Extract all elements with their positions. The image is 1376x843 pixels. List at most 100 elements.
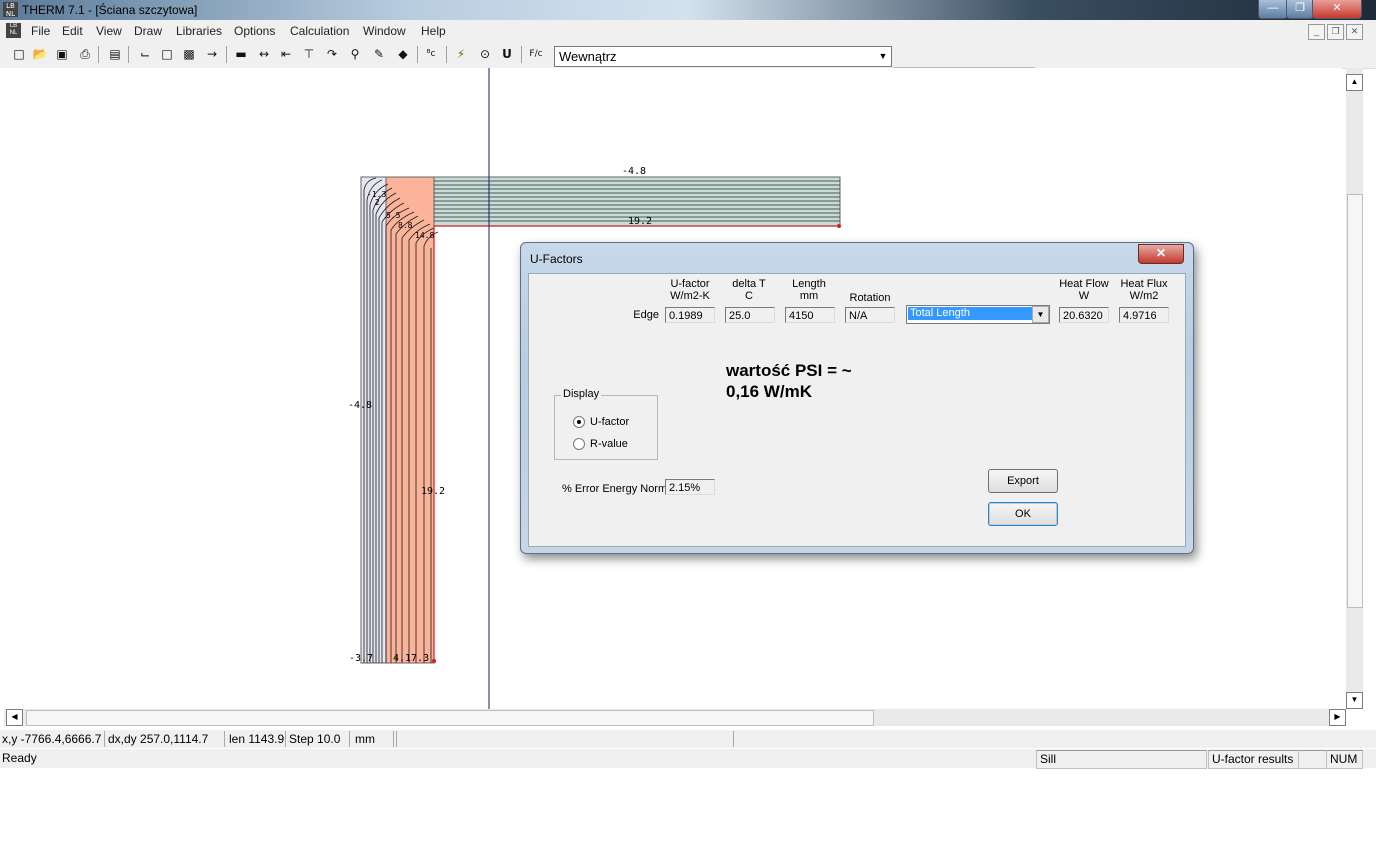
align-icon[interactable]: ⊤	[300, 45, 318, 63]
rectangle-draw-icon[interactable]: □	[158, 45, 176, 63]
scroll-down-icon[interactable]: ▼	[1346, 692, 1363, 709]
scroll-left-icon[interactable]: ◀	[6, 709, 23, 726]
svg-text:5.5: 5.5	[386, 211, 401, 220]
dimension-icon[interactable]: →	[203, 45, 221, 63]
properties-icon[interactable]: ▤	[106, 45, 124, 63]
dialog-close-button[interactable]: ✕	[1138, 244, 1184, 264]
restore-button[interactable]: ❐	[1286, 0, 1314, 19]
insulation-region[interactable]	[385, 176, 435, 664]
temp-label-top: -4.8	[622, 166, 646, 177]
cursor-xy: x,y -7766.4,6666.7	[0, 731, 105, 747]
length-mode-select[interactable]: Total Length ▼	[906, 305, 1050, 324]
export-button[interactable]: Export	[988, 469, 1058, 493]
mdi-restore-button[interactable]: ❐	[1327, 24, 1344, 40]
error-norm-label: % Error Energy Norm	[562, 483, 668, 495]
header-deltat-unit: C	[745, 290, 753, 302]
grid-step: Step 10.0	[287, 731, 350, 747]
close-button[interactable]: ✕	[1312, 0, 1362, 19]
svg-text:2: 2	[375, 198, 380, 207]
minimize-button[interactable]: —	[1258, 0, 1288, 19]
svg-text:14.8: 14.8	[415, 231, 434, 240]
horizontal-scrollbar[interactable]: ◀ ▶	[4, 709, 1346, 726]
menu-libraries[interactable]: Libraries	[176, 24, 222, 38]
toolbar-separator	[226, 46, 227, 63]
menu-calculation[interactable]: Calculation	[290, 24, 349, 38]
mdi-close-button[interactable]: ✕	[1346, 24, 1363, 40]
svg-text:8.8: 8.8	[398, 221, 413, 230]
eyedropper-icon[interactable]: ✎	[370, 45, 388, 63]
calculate-lightning-icon[interactable]: ⚡	[452, 45, 470, 63]
menu-file[interactable]: File	[31, 24, 50, 38]
new-file-icon[interactable]: □	[10, 45, 28, 63]
menu-bar: LB NL File Edit View Draw Libraries Optio…	[0, 20, 1376, 42]
status-bar: Ready Sill U-factor results NUM	[0, 749, 1376, 769]
combo-value: Wewnątrz	[559, 49, 617, 64]
boundary-condition-combo[interactable]: Wewnątrz ▼	[554, 46, 892, 67]
ufactor-value: 0.1989	[665, 307, 715, 323]
length-value: 4150	[785, 307, 835, 323]
header-rotation: Rotation	[849, 292, 891, 304]
title-bar: LB NL THERM 7.1 - [Ściana szczytowa] — ❐ …	[0, 0, 1376, 20]
temp-label-top-inner: 19.2	[628, 216, 652, 227]
menu-window[interactable]: Window	[363, 24, 406, 38]
temperature-fc-icon[interactable]: F/c	[527, 45, 545, 63]
temp-label-bottom-right: 4.17.3	[393, 653, 429, 664]
menu-draw[interactable]: Draw	[134, 24, 162, 38]
u-factors-dialog[interactable]: U-Factors ✕ U-factor W/m2-K delta T C Le…	[520, 242, 1194, 554]
scroll-up-icon[interactable]: ▲	[1346, 74, 1363, 91]
boundary-icon[interactable]: ▬	[232, 45, 250, 63]
u-factor-icon[interactable]: U	[498, 45, 516, 63]
arc-icon[interactable]: ↷	[323, 45, 341, 63]
ok-button[interactable]: OK	[988, 502, 1058, 526]
boundary-point[interactable]	[837, 224, 841, 228]
psi-annotation-line2: 0,16 W/mK	[726, 382, 812, 401]
ufactor-radio-label[interactable]: U-factor	[590, 416, 629, 428]
header-heatflow-unit: W	[1078, 290, 1090, 302]
rvalue-radio-label[interactable]: R-value	[590, 438, 628, 450]
scroll-right-icon[interactable]: ▶	[1329, 709, 1346, 726]
fill-material-icon[interactable]: ◆	[394, 45, 412, 63]
mdi-minimize-button[interactable]: _	[1308, 24, 1325, 40]
zoom-icon[interactable]: ⚲	[346, 45, 364, 63]
rvalue-radio[interactable]	[573, 438, 585, 450]
move-point-icon[interactable]: ⇤	[277, 45, 295, 63]
document-icon[interactable]: LB NL	[6, 23, 21, 38]
menu-help[interactable]: Help	[421, 24, 446, 38]
vertical-scroll-thumb[interactable]	[1347, 194, 1363, 608]
boundary-condition-icon[interactable]: ᴮc	[422, 45, 440, 63]
boundary-point[interactable]	[432, 659, 436, 663]
fill-void-icon[interactable]: ▩	[180, 45, 198, 63]
vertical-scrollbar[interactable]: ▲ ▼	[1346, 68, 1363, 709]
dialog-title: U-Factors	[530, 252, 583, 266]
ufactor-radio[interactable]	[573, 416, 585, 428]
polygon-draw-icon[interactable]: ⌙	[136, 45, 154, 63]
therm-app-icon[interactable]: LB NL	[3, 2, 18, 18]
toolbar-separator	[446, 46, 447, 63]
display-group: Display U-factor R-value	[554, 388, 658, 460]
status-empty-field	[396, 731, 734, 747]
save-icon[interactable]: ▣	[53, 45, 71, 63]
toolbar-separator	[521, 46, 522, 63]
insert-point-icon[interactable]: ↔	[255, 45, 273, 63]
temp-label-left: -4.8	[348, 400, 372, 411]
menu-view[interactable]: View	[96, 24, 122, 38]
print-icon[interactable]: ⎙	[76, 45, 94, 63]
header-heatflux: Heat Flux	[1120, 278, 1168, 290]
units-label: mm	[353, 731, 394, 747]
horizontal-scroll-thumb[interactable]	[26, 710, 874, 726]
menu-edit[interactable]: Edit	[62, 24, 83, 38]
display-group-label: Display	[561, 388, 602, 400]
temp-label-bottom: -3.7	[349, 653, 373, 664]
chevron-down-icon[interactable]: ▼	[875, 47, 891, 66]
chevron-down-icon[interactable]: ▼	[1032, 306, 1049, 323]
open-folder-icon[interactable]: 📂	[31, 45, 49, 63]
menu-options[interactable]: Options	[234, 24, 275, 38]
psi-annotation: wartość PSI = ~ 0,16 W/mK	[726, 360, 852, 402]
row-label-edge: Edge	[633, 309, 659, 321]
deltat-value: 25.0	[725, 307, 775, 323]
toolbar-separator	[128, 46, 129, 63]
length-mode-value: Total Length	[908, 307, 1033, 320]
header-length-unit: mm	[799, 290, 819, 302]
error-norm-value: 2.15%	[665, 479, 715, 495]
results-icon[interactable]: ⊙	[476, 45, 494, 63]
